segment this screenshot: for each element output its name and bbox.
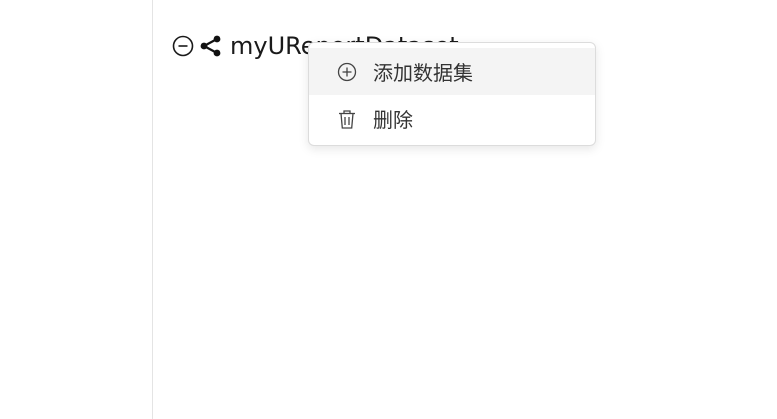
menu-item-add-dataset[interactable]: 添加数据集 [309, 48, 595, 95]
menu-item-delete[interactable]: 删除 [309, 95, 595, 142]
trash-icon [336, 108, 358, 130]
left-panel [0, 0, 152, 419]
minus-circle-icon[interactable] [172, 35, 194, 57]
share-icon [199, 34, 223, 58]
menu-item-label: 添加数据集 [373, 61, 473, 85]
plus-circle-icon [336, 61, 358, 83]
context-menu: 添加数据集 删除 [308, 42, 596, 146]
panel-divider [152, 0, 153, 419]
menu-item-label: 删除 [373, 108, 413, 132]
